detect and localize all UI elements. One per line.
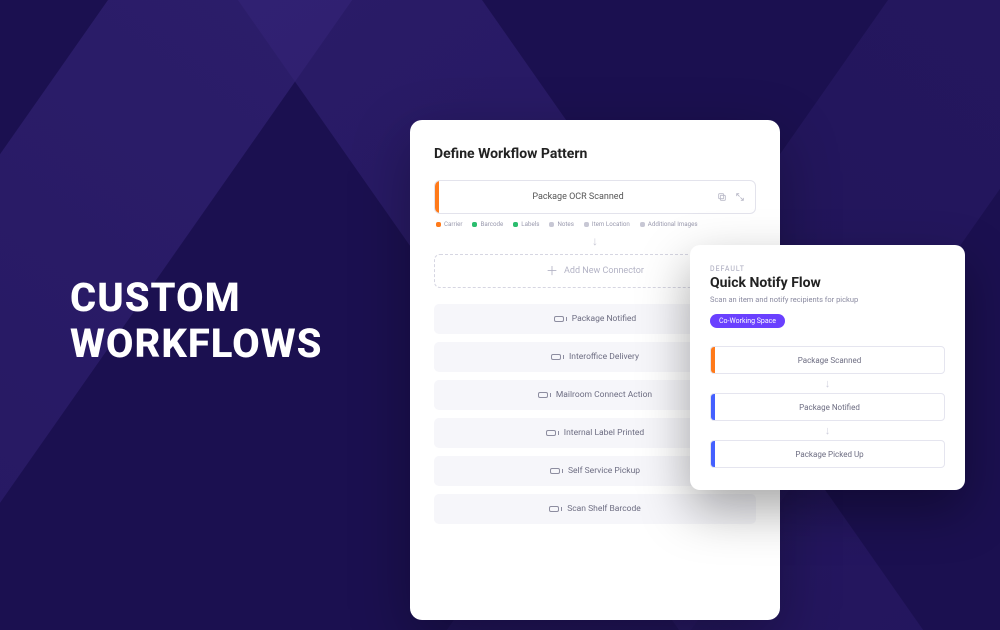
headline-line-2: WORKFLOWS [70, 321, 322, 367]
add-connector-label: Add New Connector [564, 266, 644, 276]
plug-icon [538, 392, 548, 398]
quick-step-list: Package Scanned ↓ Package Notified ↓ Pac… [710, 346, 945, 468]
editor-title: Define Workflow Pattern [434, 146, 756, 162]
plug-icon [550, 468, 560, 474]
copy-icon[interactable] [717, 192, 727, 202]
quick-step[interactable]: Package Scanned [710, 346, 945, 374]
plug-icon [549, 506, 559, 512]
tag-labels[interactable]: Labels [513, 220, 539, 228]
quick-subtitle: Scan an item and notify recipients for p… [710, 295, 945, 304]
arrow-down-icon: ↓ [710, 374, 945, 393]
quick-badge[interactable]: Co-Working Space [710, 314, 785, 328]
plug-icon [551, 354, 561, 360]
tag-additional-images[interactable]: Additional Images [640, 220, 698, 228]
tag-carrier[interactable]: Carrier [436, 220, 462, 228]
quick-step[interactable]: Package Notified [710, 393, 945, 421]
expand-icon[interactable] [735, 192, 745, 202]
trigger-row[interactable]: Package OCR Scanned [434, 180, 756, 214]
quick-step[interactable]: Package Picked Up [710, 440, 945, 468]
plug-icon [546, 430, 556, 436]
connector-step[interactable]: Scan Shelf Barcode [434, 494, 756, 524]
quick-notify-card: DEFAULT Quick Notify Flow Scan an item a… [690, 245, 965, 490]
plus-icon: ＋ [546, 265, 558, 277]
headline-line-1: CUSTOM [70, 275, 322, 321]
tag-notes[interactable]: Notes [549, 220, 573, 228]
marketing-headline: CUSTOM WORKFLOWS [70, 275, 322, 367]
tag-barcode[interactable]: Barcode [472, 220, 503, 228]
arrow-down-icon: ↓ [710, 421, 945, 440]
quick-kicker: DEFAULT [710, 265, 945, 273]
trigger-block: Package OCR Scanned Carrier Barcode Labe… [434, 180, 756, 228]
trigger-tags: Carrier Barcode Labels Notes Item Locati… [434, 220, 756, 228]
plug-icon [554, 316, 564, 322]
quick-title: Quick Notify Flow [710, 275, 945, 291]
tag-item-location[interactable]: Item Location [584, 220, 630, 228]
trigger-label: Package OCR Scanned [439, 192, 717, 202]
